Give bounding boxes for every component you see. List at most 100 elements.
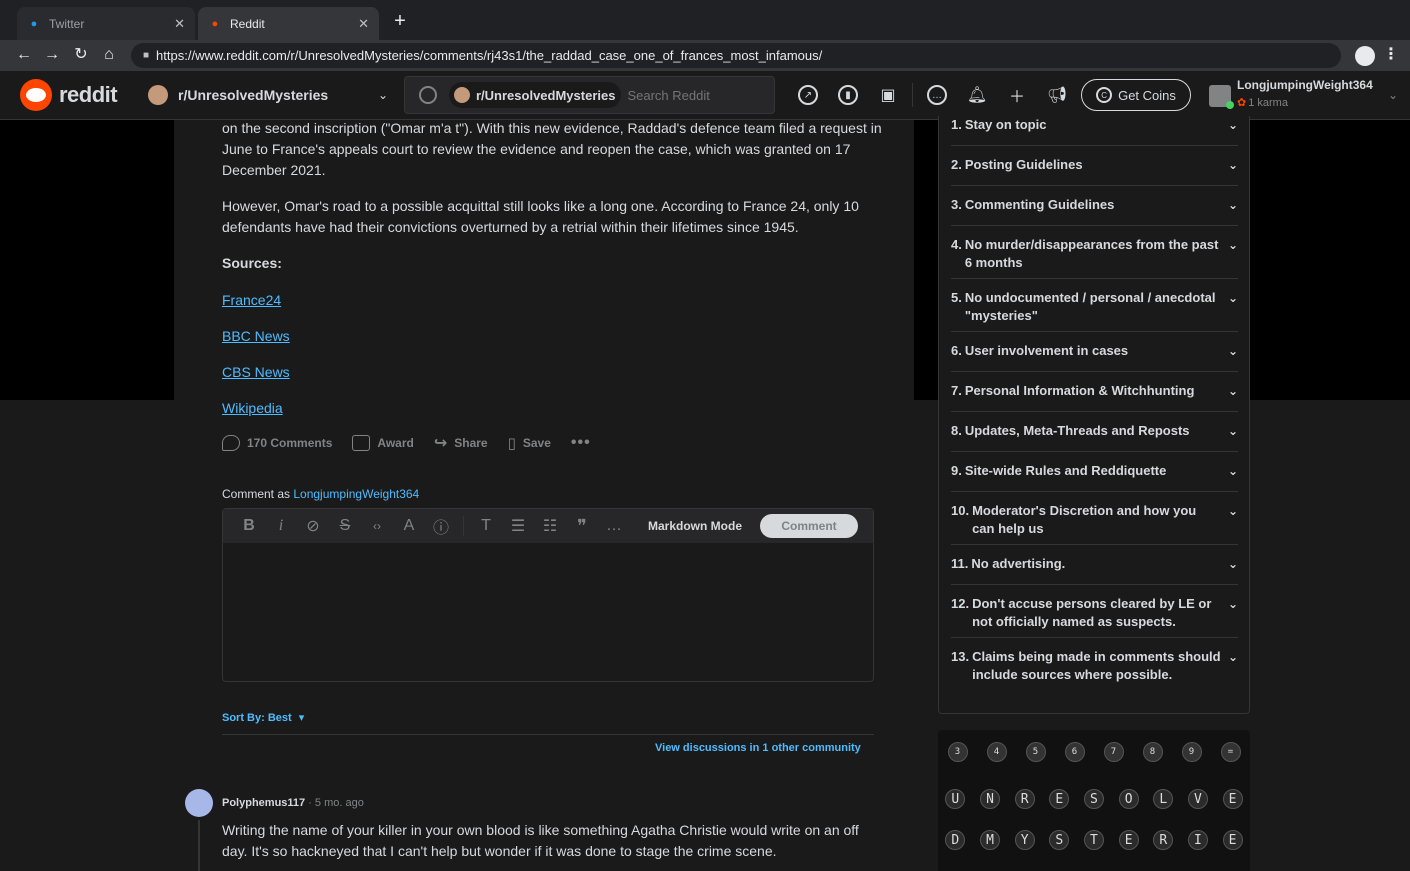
chevron-down-icon: ⌄ [1227,118,1238,132]
karma-count: ✿ 1 karma [1237,96,1288,109]
reddit-logo-icon[interactable] [20,79,52,111]
close-tab-icon[interactable]: ✕ [358,16,369,32]
rule-item[interactable]: 1. Stay on topic ⌄ [951,116,1238,146]
reddit-header: reddit r/UnresolvedMysteries ⌄ r/Unresol… [0,71,1410,120]
save-button[interactable]: ▯ Save [508,434,551,452]
header-divider [912,83,913,107]
chat-icon[interactable]: … [925,83,949,107]
popular-icon[interactable]: ↗ [796,83,820,107]
link-icon[interactable]: ⊘ [297,516,329,536]
rule-item[interactable]: 5. No undocumented / personal / anecdotal… [951,279,1238,332]
rule-item[interactable]: 4. No murder/disappearances from the past… [951,226,1238,279]
close-tab-icon[interactable]: ✕ [174,16,185,32]
comment-author[interactable]: Polyphemus117 [222,797,305,809]
superscript-icon[interactable]: A [393,517,425,535]
user-menu[interactable]: LongjumpingWeight364 ✿ 1 karma ⌄ [1206,75,1406,115]
heading-icon[interactable]: T [470,517,502,535]
comment-as-username[interactable]: LongjumpingWeight364 [293,487,419,501]
chevron-down-icon: ⌄ [1227,384,1238,398]
lock-icon: ■ [143,50,150,61]
numbered-list-icon[interactable]: ☷ [534,516,566,536]
comment-editor: B i ⊘ S ‹› A ⓘ T ☰ ☷ ❞ … Markdown Mode C… [222,508,874,682]
source-link-wikipedia[interactable]: Wikipedia [222,398,902,419]
chevron-down-icon: ⌄ [1227,158,1238,172]
reddit-alien-icon: ● [211,17,219,30]
home-icon[interactable]: ⌂ [99,45,119,65]
inline-code-icon[interactable]: ‹› [361,519,393,533]
get-coins-button[interactable]: C Get Coins [1081,79,1191,111]
back-icon[interactable]: ← [14,45,34,65]
chevron-down-icon: ⌄ [1227,597,1238,611]
bulleted-list-icon[interactable]: ☰ [502,516,534,536]
rule-item[interactable]: 10. Moderator's Discretion and how you ca… [951,492,1238,545]
comment-as-label: Comment as LongjumpingWeight364 [222,487,419,501]
comment-submit-button[interactable]: Comment [760,514,859,538]
avatar[interactable] [185,789,213,817]
source-link-bbc-news[interactable]: BBC News [222,326,902,347]
chevron-down-icon: ⌄ [1227,504,1238,518]
chevron-down-icon: ⌄ [1227,198,1238,212]
comment-thread-line[interactable] [198,820,200,871]
rule-item[interactable]: 11. No advertising. ⌄ [951,545,1238,585]
italic-icon[interactable]: i [265,517,297,535]
rule-item[interactable]: 3. Commenting Guidelines ⌄ [951,186,1238,226]
chevron-down-icon: ⌄ [1227,291,1238,305]
banner-key-row: 3 4 5 6 7 8 9 = [938,742,1250,762]
more-icon[interactable]: … [598,517,630,535]
browser-profile-avatar[interactable] [1355,46,1375,66]
reload-icon[interactable]: ↻ [71,45,91,65]
rule-item[interactable]: 6. User involvement in cases ⌄ [951,332,1238,372]
toolbar-divider [463,516,464,536]
share-button[interactable]: ↪ Share [434,433,488,453]
gift-icon [352,435,371,451]
spoiler-icon[interactable]: ⓘ [425,514,457,538]
source-link-france24[interactable]: France24 [222,290,902,311]
quote-block-icon[interactable]: ❞ [566,516,598,537]
search-chip-label: r/UnresolvedMysteries [476,87,616,103]
advertise-megaphone-icon[interactable]: 📢︎ [1045,83,1069,107]
rule-item[interactable]: 7. Personal Information & Witchhunting ⌄ [951,372,1238,412]
comment-meta: Polyphemus117 · 5 mo. ago [222,797,364,809]
more-options-icon[interactable]: ••• [571,434,591,452]
browser-tab-twitter[interactable]: ● Twitter ✕ [17,7,195,40]
banner-key-row: U N R E S O L V E [938,789,1250,809]
bold-icon[interactable]: B [233,517,265,535]
markdown-mode-toggle[interactable]: Markdown Mode [648,519,742,533]
rule-item[interactable]: 13. Claims being made in comments should … [951,638,1238,710]
search-community-chip[interactable]: r/UnresolvedMysteries [449,82,622,108]
rule-item[interactable]: 9. Site-wide Rules and Reddiquette ⌄ [951,452,1238,492]
view-discussions-link[interactable]: View discussions in 1 other community [655,742,861,754]
rule-item[interactable]: 2. Posting Guidelines ⌄ [951,146,1238,186]
reddit-wordmark[interactable]: reddit [59,82,118,108]
community-banner-image: 3 4 5 6 7 8 9 = U N R E S O L V E D M Y … [938,730,1250,871]
divider [222,734,874,735]
search-bar[interactable]: r/UnresolvedMysteries [404,76,775,114]
bookmark-icon: ▯ [507,435,516,452]
notifications-bell-icon[interactable]: 🔔︎ [965,83,989,107]
all-stats-icon[interactable]: ▮ [836,83,860,107]
browser-tabstrip: ● Twitter ✕ ● Reddit ✕ + [0,0,1410,40]
create-post-plus-icon[interactable]: ＋ [1005,83,1029,107]
rule-item[interactable]: 8. Updates, Meta-Threads and Reposts ⌄ [951,412,1238,452]
address-bar[interactable]: ■ https://www.reddit.com/r/UnresolvedMys… [131,43,1341,68]
award-button[interactable]: Award [352,435,414,451]
forward-icon[interactable]: → [42,45,62,65]
search-input[interactable] [627,87,758,103]
comment-textarea[interactable] [223,543,873,653]
live-icon[interactable]: ▣ [876,83,900,107]
username: LongjumpingWeight364 [1237,78,1373,92]
chevron-down-icon: ⌄ [1227,424,1238,438]
community-avatar [148,85,168,105]
comments-button[interactable]: 170 Comments [222,435,332,451]
comment-as-prefix: Comment as [222,487,294,501]
browser-tab-reddit[interactable]: ● Reddit ✕ [198,7,379,40]
source-link-cbs-news[interactable]: CBS News [222,362,902,383]
browser-menu-icon[interactable]: ⋮ [1383,44,1399,64]
community-dropdown[interactable]: r/UnresolvedMysteries ⌄ [140,79,388,111]
subreddit-rules-widget: 1. Stay on topic ⌄ 2. Posting Guidelines ⌄ 3… [938,116,1250,714]
strikethrough-icon[interactable]: S [329,517,361,535]
sort-dropdown[interactable]: Sort By: Best ▾ [222,711,304,724]
new-tab-icon[interactable]: + [390,10,410,33]
rule-item[interactable]: 12. Don't accuse persons cleared by LE or… [951,585,1238,638]
save-label: Save [522,436,551,450]
